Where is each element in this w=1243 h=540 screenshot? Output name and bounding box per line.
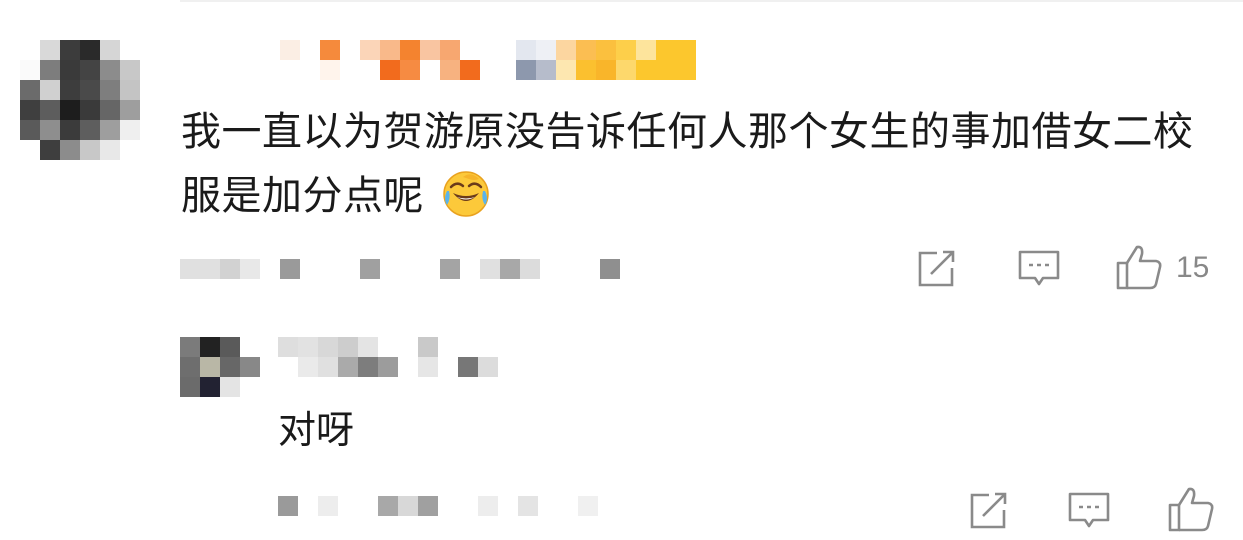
- reply-share-button[interactable]: [967, 490, 1011, 532]
- comment-icon: [1018, 250, 1060, 286]
- thumbs-up-icon: [1168, 487, 1214, 532]
- reply-meta-blurred: [278, 496, 598, 518]
- comment-text: 我一直以为贺游原没告诉任何人那个女生的事加借女二校服是加分点呢: [181, 100, 1211, 228]
- avatar[interactable]: [20, 40, 140, 160]
- reply-like-button[interactable]: [1166, 485, 1216, 533]
- reply-username-blurred[interactable]: [278, 337, 498, 377]
- comment-meta-blurred: [180, 259, 640, 281]
- thumbs-up-icon: [1116, 245, 1162, 290]
- share-icon: [918, 250, 955, 287]
- reply-avatar[interactable]: [180, 337, 260, 397]
- share-button[interactable]: [915, 248, 959, 290]
- reply-text: 对呀: [278, 408, 355, 452]
- username-blurred[interactable]: [240, 40, 500, 80]
- top-divider: [180, 0, 1243, 2]
- comment-icon: [1068, 492, 1110, 528]
- like-count: 15: [1176, 251, 1210, 284]
- reply-reply-button[interactable]: [1067, 491, 1111, 531]
- face-with-tears-of-joy-icon: [443, 171, 489, 217]
- share-icon: [970, 492, 1007, 529]
- comment-body: 我一直以为贺游原没告诉任何人那个女生的事加借女二校服是加分点呢: [181, 109, 1194, 219]
- user-badge-blurred: [516, 40, 696, 80]
- reply-button[interactable]: [1017, 249, 1061, 289]
- like-button[interactable]: [1114, 243, 1164, 291]
